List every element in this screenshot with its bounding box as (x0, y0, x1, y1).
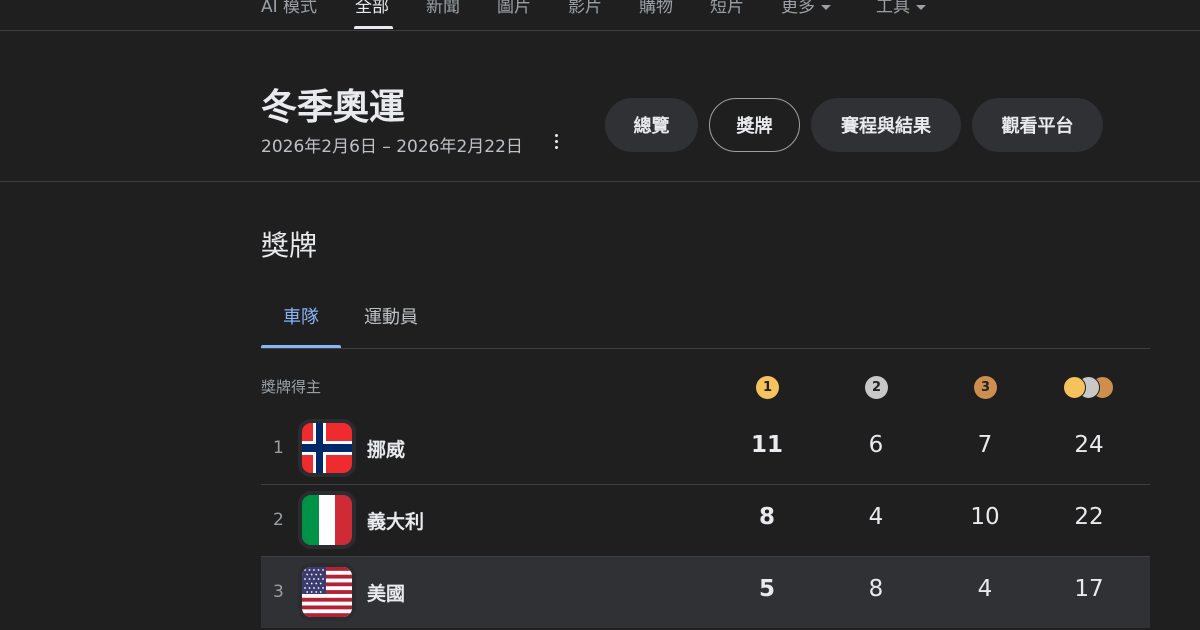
bronze-count: 4 (977, 576, 993, 602)
tabs-divider (261, 348, 1150, 349)
total-count: 24 (1074, 432, 1104, 458)
italy-flag-icon (298, 491, 356, 549)
usa-flag-icon (298, 563, 356, 621)
section-title: 獎牌 (261, 229, 318, 262)
nav-images[interactable]: 圖片 (497, 0, 531, 17)
bronze-medal-icon: 3 (974, 376, 997, 399)
gold-medal-icon: 1 (756, 376, 779, 399)
column-label: 獎牌得主 (261, 378, 322, 396)
silver-count: 4 (868, 504, 884, 530)
nav-shopping[interactable]: 購物 (639, 0, 673, 17)
table-row[interactable]: 2 義大利 8 4 10 22 (261, 485, 1150, 556)
chip-schedule-results[interactable]: 賽程與結果 (811, 98, 961, 152)
country-name: 美國 (367, 583, 406, 605)
country-name: 挪威 (367, 439, 406, 461)
top-nav: AI 模式 全部 新聞 圖片 影片 購物 短片 更多 工具 (0, 0, 1200, 31)
nav-tools[interactable]: 工具 (876, 0, 926, 17)
nav-more-label: 更多 (781, 0, 815, 17)
tab-teams[interactable]: 車隊 (283, 303, 319, 329)
event-dates: 2026年2月6日 – 2026年2月22日 (261, 137, 523, 157)
tab-athletes[interactable]: 運動員 (364, 303, 418, 329)
nav-shorts[interactable]: 短片 (710, 0, 744, 17)
bronze-count: 10 (970, 504, 1000, 530)
bronze-count: 7 (977, 432, 993, 458)
rank: 3 (273, 582, 284, 602)
total-medals-icon (1063, 376, 1115, 400)
page-title: 冬季奧運 (261, 87, 406, 128)
nav-more[interactable]: 更多 (781, 0, 831, 17)
rank: 2 (273, 510, 284, 530)
chevron-down-icon (916, 4, 926, 10)
nav-news[interactable]: 新聞 (426, 0, 460, 17)
silver-count: 8 (868, 576, 884, 602)
more-options-icon[interactable] (552, 134, 560, 152)
norway-flag-icon (298, 419, 356, 477)
gold-count: 5 (758, 576, 775, 602)
nav-videos[interactable]: 影片 (568, 0, 602, 17)
gold-count: 11 (750, 432, 783, 458)
chevron-down-icon (821, 4, 831, 10)
silver-medal-icon: 2 (865, 376, 888, 399)
table-row[interactable]: 1 挪威 11 6 7 24 (261, 413, 1150, 484)
nav-tools-label: 工具 (876, 0, 910, 17)
gold-count: 8 (758, 504, 775, 530)
silver-count: 6 (868, 432, 884, 458)
nav-all[interactable]: 全部 (355, 0, 389, 17)
country-name: 義大利 (367, 511, 425, 533)
chip-where-to-watch[interactable]: 觀看平台 (972, 98, 1103, 152)
table-row[interactable]: 3 美國 5 8 4 17 (261, 557, 1150, 628)
total-count: 22 (1074, 504, 1104, 530)
nav-active-indicator (354, 26, 393, 29)
chip-overview[interactable]: 總覽 (605, 98, 698, 152)
header-divider (0, 181, 1200, 182)
nav-ai-mode[interactable]: AI 模式 (261, 0, 317, 17)
total-count: 17 (1074, 576, 1104, 602)
rank: 1 (273, 438, 284, 458)
chip-medals[interactable]: 獎牌 (709, 98, 800, 152)
